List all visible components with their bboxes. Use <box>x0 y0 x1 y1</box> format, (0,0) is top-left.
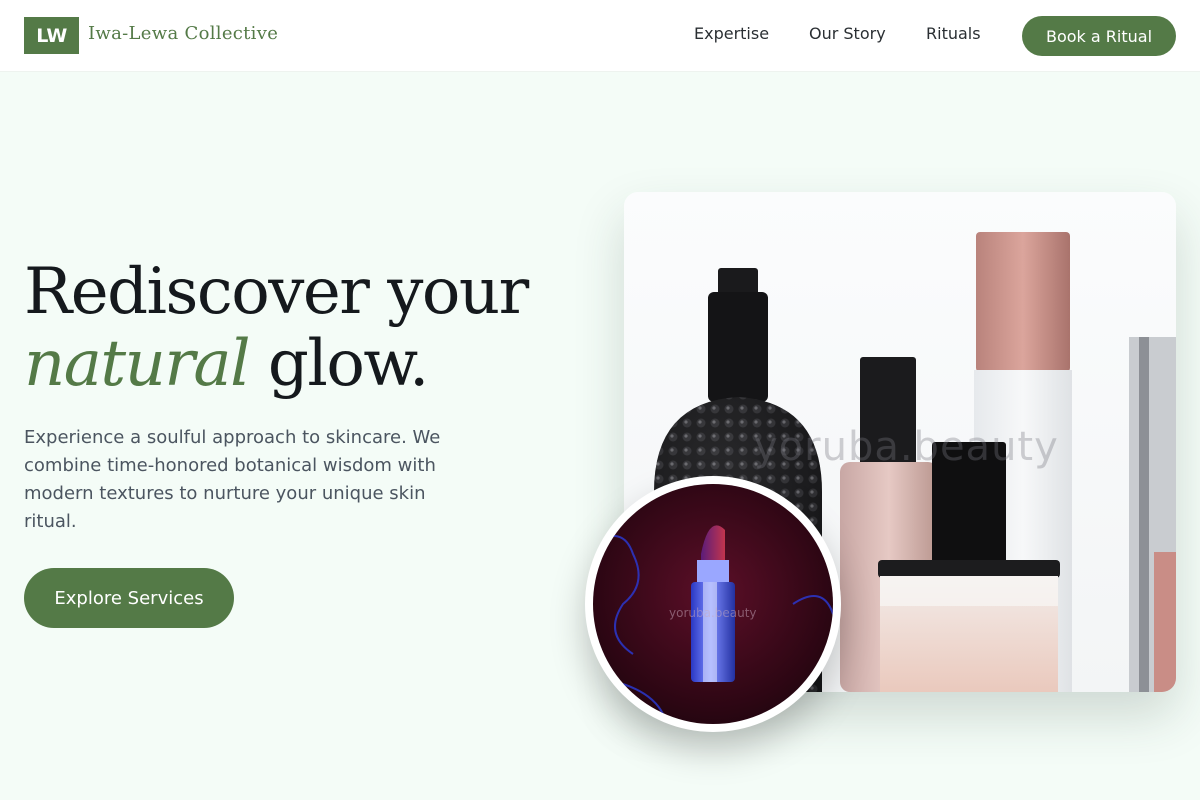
hero-title-rest: glow. <box>249 327 429 401</box>
nav-link-expertise[interactable]: Expertise <box>694 24 769 43</box>
hero-description: Experience a soulful approach to skincar… <box>24 427 441 532</box>
hero-title-line1: Rediscover your <box>24 255 529 329</box>
site-header: LW Iwa-Lewa Collective Expertise Our Sto… <box>0 0 1200 72</box>
hero-title-accent: natural <box>24 327 251 401</box>
logo-mark[interactable]: LW <box>24 17 79 54</box>
hero-title: Rediscover your natural glow. <box>24 256 544 400</box>
perfume-cap <box>708 292 768 402</box>
pink-cap <box>976 232 1070 372</box>
book-ritual-button[interactable]: Book a Ritual <box>1022 16 1176 56</box>
lipstick-image: yoruba.beauty <box>593 484 833 724</box>
lipstick-watermark: yoruba.beauty <box>669 606 757 620</box>
lipstick-image-frame: yoruba.beauty <box>585 476 841 732</box>
explore-services-button[interactable]: Explore Services <box>24 568 234 628</box>
brand-name[interactable]: Iwa-Lewa Collective <box>88 23 278 44</box>
nav-link-our-story[interactable]: Our Story <box>809 24 886 43</box>
lipstick-illustration <box>593 484 833 724</box>
nav-link-rituals[interactable]: Rituals <box>926 24 981 43</box>
perfume-pump <box>718 268 758 296</box>
image-watermark: yoruba.beauty <box>754 424 1059 470</box>
